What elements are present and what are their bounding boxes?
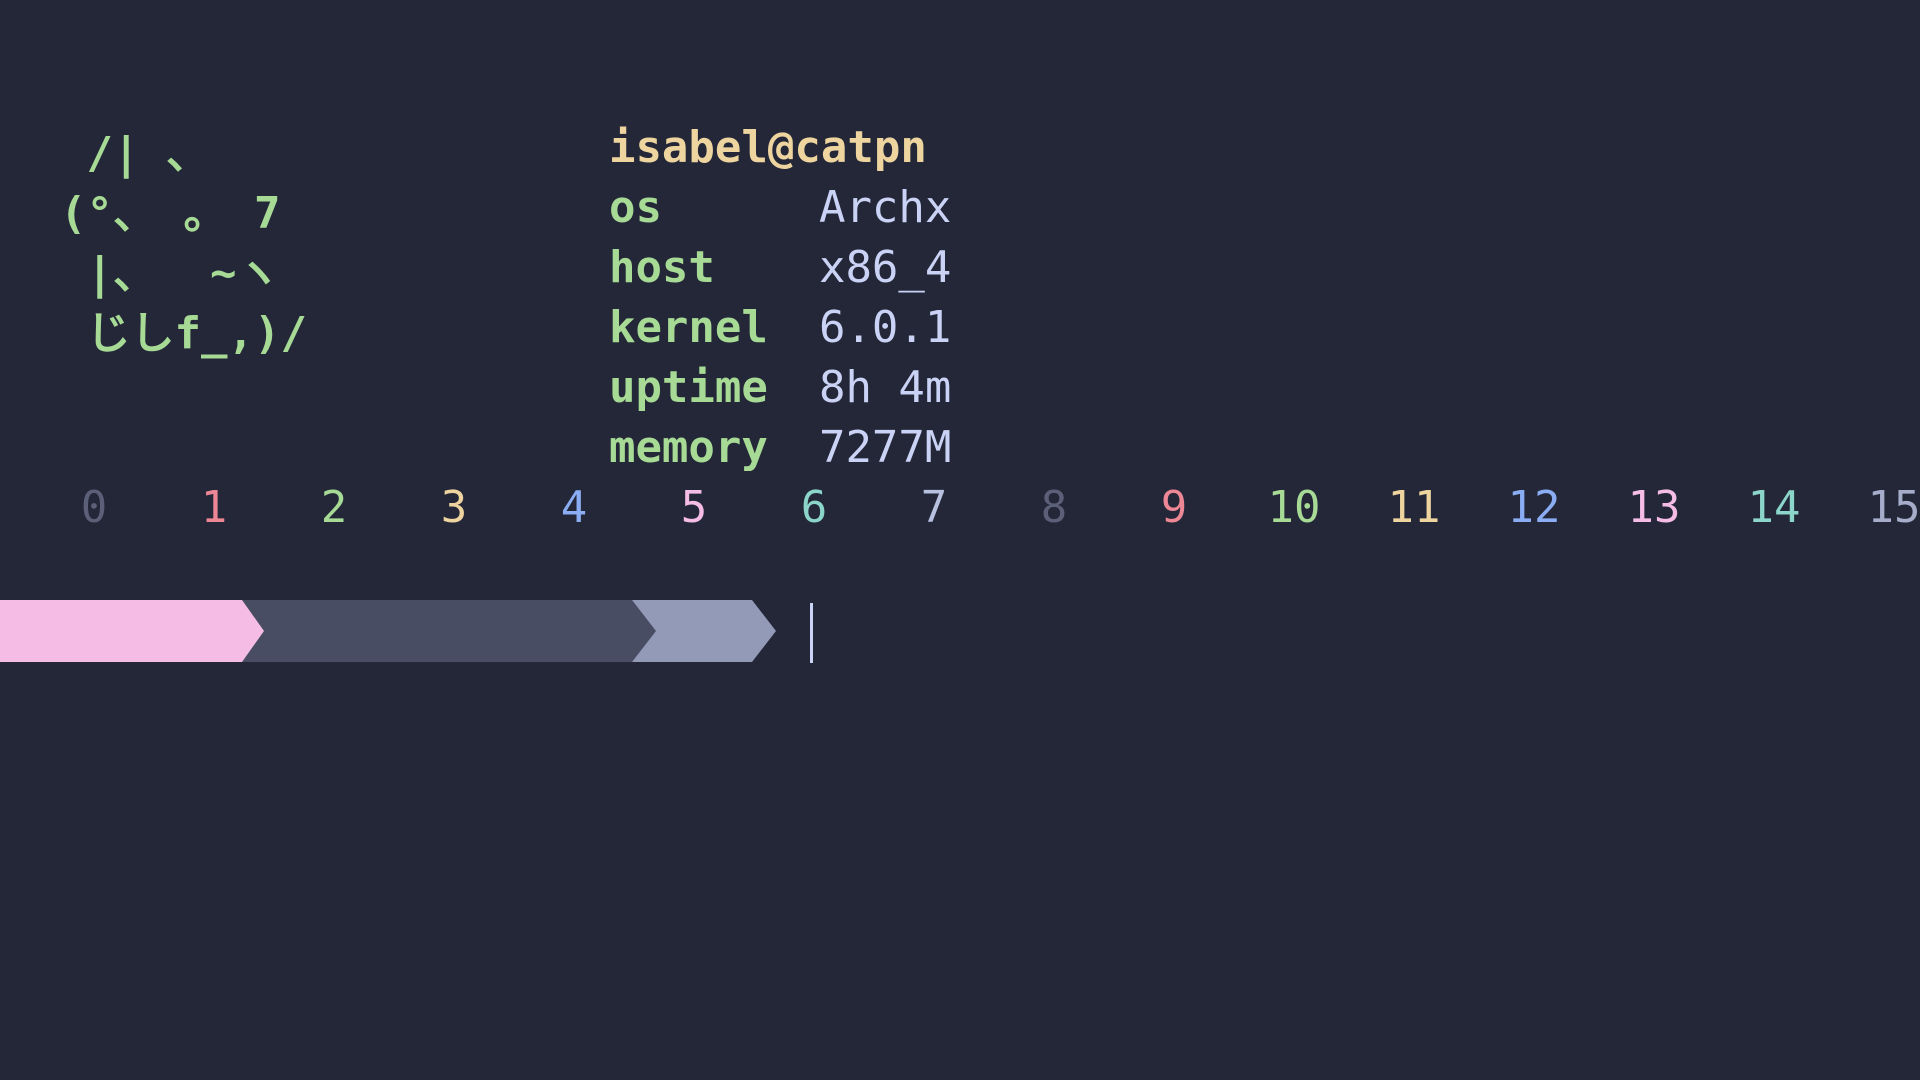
info-key: uptime [608, 362, 768, 413]
userhost: isabel@catpn [608, 122, 927, 173]
info-key: os [608, 182, 662, 233]
prompt-host-segment: B450-linux [240, 600, 656, 662]
palette-color-5: 5 [680, 482, 708, 533]
palette-color-4: 4 [560, 482, 588, 533]
system-info: isabel@catpn os Archx host x86_4 kernel 6.0… [450, 58, 952, 473]
palette-color-13: 13 [1627, 482, 1681, 533]
info-value: 7277M [818, 422, 952, 473]
prompt-symbol: $ [690, 666, 718, 720]
info-key: host [608, 242, 715, 293]
info-key: memory [608, 422, 768, 473]
palette-color-11: 11 [1387, 482, 1441, 533]
info-key: kernel [608, 302, 768, 353]
info-value: 8h 4m [818, 362, 952, 413]
palette-color-7: 7 [920, 482, 948, 533]
terminal-window[interactable]: /| 、 (°、 。 7 |、 ~ヽ じしf_,)/ isabel@catpn … [0, 0, 1920, 1080]
palette-color-1: 1 [200, 482, 228, 533]
palette-color-2: 2 [320, 482, 348, 533]
info-value: 6.0.1 [818, 302, 952, 353]
palette-color-14: 14 [1747, 482, 1801, 533]
palette-color-15: 15 [1867, 482, 1920, 533]
ascii-cat-art: /| 、 (°、 。 7 |、 ~ヽ じしf_,)/ [60, 128, 307, 359]
palette-color-9: 9 [1160, 482, 1188, 533]
userhost-line: isabel@catpn [450, 58, 951, 173]
text-cursor[interactable] [810, 603, 813, 663]
color-palette: 0 1 2 3 4 5 6 7 8 9 10 11 12 13 14 15 [34, 478, 1920, 538]
prompt-user-segment: isabel [0, 600, 264, 662]
prompt-user: isabel [30, 666, 197, 720]
palette-color-10: 10 [1267, 482, 1321, 533]
palette-color-12: 12 [1507, 482, 1561, 533]
palette-color-0: 0 [80, 482, 108, 533]
info-value: x86_4 [818, 242, 952, 293]
info-value: Archx [818, 182, 952, 233]
palette-color-8: 8 [1040, 482, 1068, 533]
palette-color-6: 6 [800, 482, 828, 533]
palette-color-3: 3 [440, 482, 468, 533]
prompt-host: B450-linux [300, 666, 577, 720]
